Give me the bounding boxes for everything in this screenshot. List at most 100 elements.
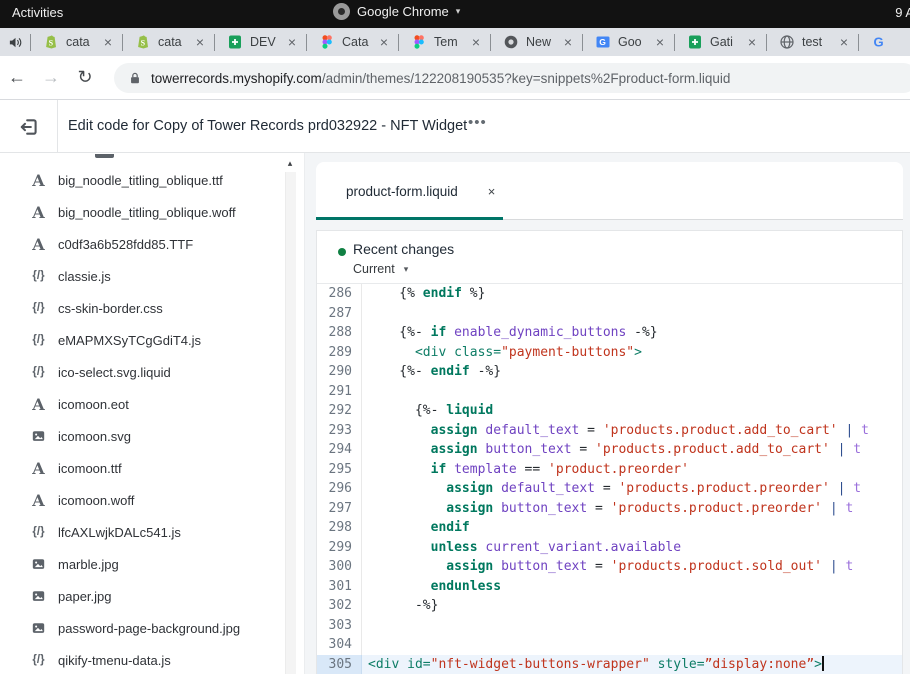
activities-button[interactable]: Activities — [12, 5, 63, 20]
code-line[interactable]: 294 assign button_text = 'products.produ… — [317, 440, 902, 460]
code-text: <div class="payment-buttons"> — [362, 343, 902, 363]
file-item[interactable]: {/}cs-skin-border.css — [0, 292, 280, 324]
close-icon[interactable]: × — [472, 35, 480, 49]
file-name: c0df3a6b528fdd85.TTF — [58, 237, 193, 252]
close-icon[interactable]: × — [656, 35, 664, 49]
code-line[interactable]: 296 assign default_text = 'products.prod… — [317, 479, 902, 499]
code-line[interactable]: 288 {%- if enable_dynamic_buttons -%} — [317, 323, 902, 343]
sidebar-scrollbar[interactable] — [285, 172, 296, 674]
chrome-icon — [333, 3, 350, 20]
close-icon[interactable]: × — [104, 35, 112, 49]
line-number: 294 — [317, 440, 362, 460]
browser-tab[interactable]: test× — [767, 28, 858, 56]
code-line[interactable]: 298 endif — [317, 518, 902, 538]
file-item[interactable]: {/}eMAPMXSyTCgGdiT4.js — [0, 324, 280, 356]
font-icon: A — [28, 171, 49, 190]
code-text: {% endif %} — [362, 284, 902, 304]
code-line[interactable]: 290 {%- endif -%} — [317, 362, 902, 382]
theme-file-sidebar: Abig_noodle_titling_oblique.ttfAbig_nood… — [0, 153, 305, 674]
browser-tab-title: cata — [158, 35, 189, 49]
line-number: 291 — [317, 382, 362, 402]
browser-tab[interactable]: Scata× — [123, 28, 214, 56]
version-dropdown[interactable]: Current ▾ — [353, 262, 408, 276]
reload-button[interactable]: ↻ — [68, 67, 102, 88]
sidebar-scroll-up-button[interactable]: ▴ — [283, 156, 297, 170]
line-number: 293 — [317, 421, 362, 441]
close-icon[interactable]: × — [748, 35, 756, 49]
file-item[interactable]: {/}ico-select.svg.liquid — [0, 356, 280, 388]
browser-tab[interactable]: Gati× — [675, 28, 766, 56]
code-line[interactable]: 300 assign button_text = 'products.produ… — [317, 557, 902, 577]
browser-toolbar: ← → ↻ towerrecords.myshopify.com/admin/t… — [0, 56, 910, 100]
code-line[interactable]: 301 endunless — [317, 577, 902, 597]
line-number: 305 — [317, 655, 362, 674]
close-icon[interactable]: × — [288, 35, 296, 49]
browser-tab-strip: Scata×Scata×DEV×Cata×Tem×New×GGoo×Gati×t… — [0, 28, 910, 56]
code-line[interactable]: 299 unless current_variant.available — [317, 538, 902, 558]
code-line[interactable]: 304 — [317, 635, 902, 655]
file-item[interactable]: {/}classie.js — [0, 260, 280, 292]
status-dot — [338, 248, 346, 256]
line-number: 297 — [317, 499, 362, 519]
close-icon[interactable]: × — [488, 184, 496, 199]
app-menu[interactable]: Google Chrome ▾ — [333, 3, 460, 20]
file-item[interactable]: password-page-background.jpg — [0, 612, 280, 644]
code-text: {%- endif -%} — [362, 362, 902, 382]
more-actions-button[interactable]: ••• — [468, 114, 487, 131]
code-line[interactable]: 303 — [317, 616, 902, 636]
code-line[interactable]: 291 — [317, 382, 902, 402]
code-line[interactable]: 286 {% endif %} — [317, 284, 902, 304]
code-line[interactable]: 292 {%- liquid — [317, 401, 902, 421]
close-icon[interactable]: × — [840, 35, 848, 49]
chevron-down-icon: ▾ — [456, 6, 461, 17]
back-button[interactable]: ← — [0, 67, 34, 88]
code-line[interactable]: 297 assign button_text = 'products.produ… — [317, 499, 902, 519]
page-title: Edit code for Copy of Tower Records prd0… — [68, 118, 467, 134]
system-top-bar: Activities Google Chrome ▾ 9 A — [0, 0, 910, 28]
browser-tab[interactable]: New× — [491, 28, 582, 56]
browser-tab-title: cata — [66, 35, 97, 49]
file-item[interactable]: {/}lfcAXLwjkDALc541.js — [0, 516, 280, 548]
browser-tab[interactable]: DEV× — [215, 28, 306, 56]
forward-button[interactable]: → — [34, 67, 68, 88]
audio-indicator-icon[interactable] — [0, 28, 30, 56]
line-number: 296 — [317, 479, 362, 499]
file-item[interactable]: Abig_noodle_titling_oblique.ttf — [0, 164, 280, 196]
code-line[interactable]: 293 assign default_text = 'products.prod… — [317, 421, 902, 441]
recent-changes-label: Recent changes — [353, 241, 454, 257]
code-line[interactable]: 295 if template == 'product.preorder' — [317, 460, 902, 480]
file-item[interactable]: {/}qikify-tmenu-data.js — [0, 644, 280, 674]
file-item[interactable]: Aicomoon.eot — [0, 388, 280, 420]
code-line[interactable]: 287 — [317, 304, 902, 324]
file-item[interactable]: Aicomoon.woff — [0, 484, 280, 516]
file-item[interactable]: paper.jpg — [0, 580, 280, 612]
line-number: 304 — [317, 635, 362, 655]
file-item[interactable]: Abig_noodle_titling_oblique.woff — [0, 196, 280, 228]
image-icon — [28, 589, 49, 603]
code-line[interactable]: 289 <div class="payment-buttons"> — [317, 343, 902, 363]
close-icon[interactable]: × — [564, 35, 572, 49]
editor-tab-product-form[interactable]: product-form.liquid × — [316, 162, 495, 220]
file-item[interactable]: Ac0df3a6b528fdd85.TTF — [0, 228, 280, 260]
file-item[interactable]: icomoon.svg — [0, 420, 280, 452]
url-domain: towerrecords.myshopify.com — [151, 71, 322, 86]
code-text: endif — [362, 518, 902, 538]
close-icon[interactable]: × — [196, 35, 204, 49]
svg-text:S: S — [49, 39, 54, 48]
file-item[interactable]: marble.jpg — [0, 548, 280, 580]
code-line-active[interactable]: 305<div id="nft-widget-buttons-wrapper" … — [317, 655, 902, 674]
browser-tab[interactable]: GGoo× — [583, 28, 674, 56]
code-line[interactable]: 302 -%} — [317, 596, 902, 616]
close-icon[interactable]: × — [380, 35, 388, 49]
address-bar[interactable]: towerrecords.myshopify.com/admin/themes/… — [114, 63, 910, 93]
system-clock[interactable]: 9 A — [895, 5, 910, 20]
browser-tab[interactable]: Cata× — [307, 28, 398, 56]
code-editor[interactable]: 286 {% endif %}287288 {%- if enable_dyna… — [317, 284, 902, 674]
browser-tab[interactable]: Scata × — [31, 28, 122, 56]
line-number: 302 — [317, 596, 362, 616]
file-item[interactable]: Aicomoon.ttf — [0, 452, 280, 484]
file-name: icomoon.woff — [58, 493, 134, 508]
browser-tab[interactable]: G — [859, 28, 910, 56]
exit-code-editor-button[interactable] — [18, 116, 40, 138]
browser-tab[interactable]: Tem× — [399, 28, 490, 56]
